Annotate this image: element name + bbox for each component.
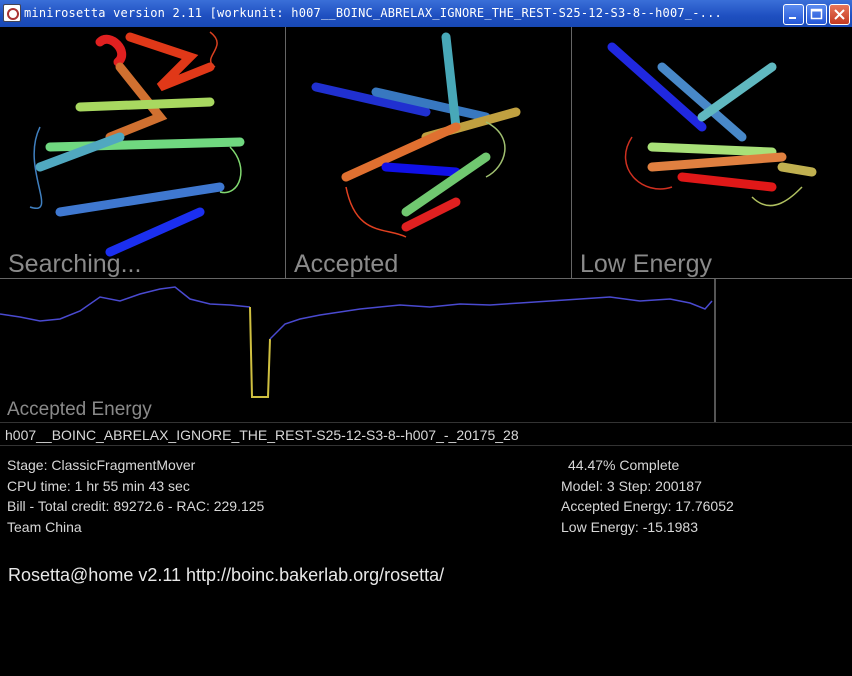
team-text: Team China — [7, 519, 82, 535]
searching-panel: Searching... — [0, 27, 286, 279]
accepted-energy-label: Accepted Energy — [7, 399, 152, 420]
low-energy-text: Low Energy: -15.1983 — [561, 519, 698, 535]
close-button[interactable] — [829, 4, 850, 25]
accepted-panel: Accepted — [286, 27, 572, 279]
stage-text: Stage: ClassicFragmentMover — [7, 457, 196, 473]
workunit-name: h007__BOINC_ABRELAX_IGNORE_THE_REST-S25-… — [5, 427, 519, 443]
protein-structure-searching: Searching... — [8, 31, 245, 278]
workunit-name-bar: h007__BOINC_ABRELAX_IGNORE_THE_REST-S25-… — [0, 422, 852, 446]
searching-label: Searching... — [8, 250, 141, 278]
protein-structure-accepted: Accepted — [294, 32, 521, 278]
cpu-time-text: CPU time: 1 hr 55 min 43 sec — [7, 478, 190, 494]
maximize-button[interactable] — [806, 4, 827, 25]
accepted-energy-panel: Accepted Energy — [0, 279, 716, 422]
close-icon — [834, 9, 845, 20]
accepted-label: Accepted — [294, 250, 398, 278]
complete-text: 44.47% Complete — [568, 457, 680, 473]
low-energy-label: Low Energy — [580, 250, 713, 278]
minimize-icon — [789, 17, 796, 19]
maximize-icon — [810, 8, 823, 20]
graphics-area: Searching... Accepted Low Energy Accepte… — [0, 27, 852, 422]
title-bar[interactable]: minirosetta version 2.11 [workunit: h007… — [0, 0, 852, 27]
low-energy-panel: Low Energy — [572, 27, 852, 279]
model-step-text: Model: 3 Step: 200187 — [561, 478, 702, 494]
protein-structure-low-energy: Low Energy — [580, 42, 817, 278]
credit-text: Bill - Total credit: 89272.6 - RAC: 229.… — [7, 498, 265, 514]
window-title: minirosetta version 2.11 [workunit: h007… — [24, 6, 722, 20]
footer-link-text: Rosetta@home v2.11 http://boinc.bakerlab… — [8, 565, 445, 585]
accepted-energy-text: Accepted Energy: 17.76052 — [561, 498, 734, 514]
minimize-button[interactable] — [783, 4, 804, 25]
app-icon[interactable] — [3, 4, 21, 22]
